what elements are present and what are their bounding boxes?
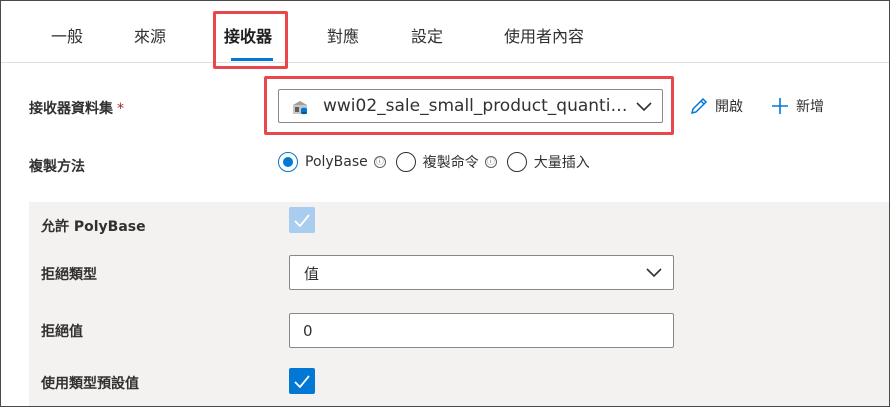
reject-type-label: 拒絕類型: [41, 267, 97, 283]
reject-value-input[interactable]: [289, 313, 674, 348]
use-type-default-label: 使用類型預設值: [41, 376, 139, 392]
radio-bulk-insert[interactable]: 大量插入: [506, 152, 590, 172]
radio-copy-command[interactable]: 複製命令 ⓘ: [395, 152, 497, 172]
sink-dataset-label: 接收器資料集 *: [29, 98, 124, 118]
allow-polybase-label: 允許 PolyBase: [41, 219, 146, 235]
chevron-down-icon: [646, 268, 662, 278]
use-type-default-checkbox[interactable]: [289, 368, 315, 394]
reject-type-dropdown[interactable]: 值: [289, 255, 674, 290]
tab-settings[interactable]: 設定: [411, 23, 443, 47]
active-tab-indicator: [231, 58, 273, 61]
polybase-options-panel: [29, 202, 889, 406]
info-icon[interactable]: ⓘ: [373, 156, 386, 168]
radio-circle: [506, 152, 527, 172]
info-icon[interactable]: ⓘ: [484, 156, 497, 168]
tab-mapping[interactable]: 對應: [327, 23, 359, 47]
tab-source[interactable]: 來源: [134, 23, 166, 47]
new-dataset-button[interactable]: 新增: [770, 96, 824, 116]
tab-sink[interactable]: 接收器: [224, 23, 272, 47]
sink-dataset-dropdown[interactable]: wwi02_sale_small_product_quantity_foreca…: [278, 89, 663, 123]
open-dataset-button[interactable]: 開啟: [689, 96, 743, 116]
required-mark: *: [117, 101, 124, 117]
sql-table-icon: [293, 101, 307, 115]
open-label: 開啟: [715, 99, 743, 115]
allow-polybase-checkbox: [289, 207, 315, 233]
tab-user-properties[interactable]: 使用者內容: [504, 23, 584, 47]
reject-type-value: 值: [304, 265, 320, 283]
sink-settings-pane: 一般 來源 接收器 對應 設定 使用者內容 接收器資料集 * wwi02_sale…: [0, 0, 890, 407]
chevron-down-icon: [636, 102, 652, 112]
sink-dataset-label-text: 接收器資料集: [29, 101, 113, 117]
radio-bulk-insert-label: 大量插入: [533, 155, 590, 171]
copy-method-label: 複製方法: [29, 159, 85, 175]
pencil-icon: [690, 97, 708, 115]
radio-polybase-label: PolyBase: [305, 154, 368, 170]
copy-method-radio-group: PolyBase ⓘ 複製命令 ⓘ 大量插入: [278, 152, 600, 172]
checkmark-icon: [294, 213, 310, 227]
radio-circle-checked: [278, 152, 298, 172]
reject-value-label: 拒絕值: [41, 324, 83, 340]
tab-bar: 一般 來源 接收器 對應 設定 使用者內容: [1, 1, 889, 63]
radio-circle: [395, 152, 416, 172]
radio-polybase[interactable]: PolyBase ⓘ: [278, 152, 386, 172]
new-label: 新增: [796, 99, 824, 115]
radio-copy-command-label: 複製命令: [422, 155, 479, 171]
sink-dataset-value: wwi02_sale_small_product_quantity_foreca…: [323, 96, 633, 116]
tab-general[interactable]: 一般: [51, 23, 83, 47]
plus-icon: [772, 98, 788, 114]
checkmark-icon: [294, 374, 310, 388]
